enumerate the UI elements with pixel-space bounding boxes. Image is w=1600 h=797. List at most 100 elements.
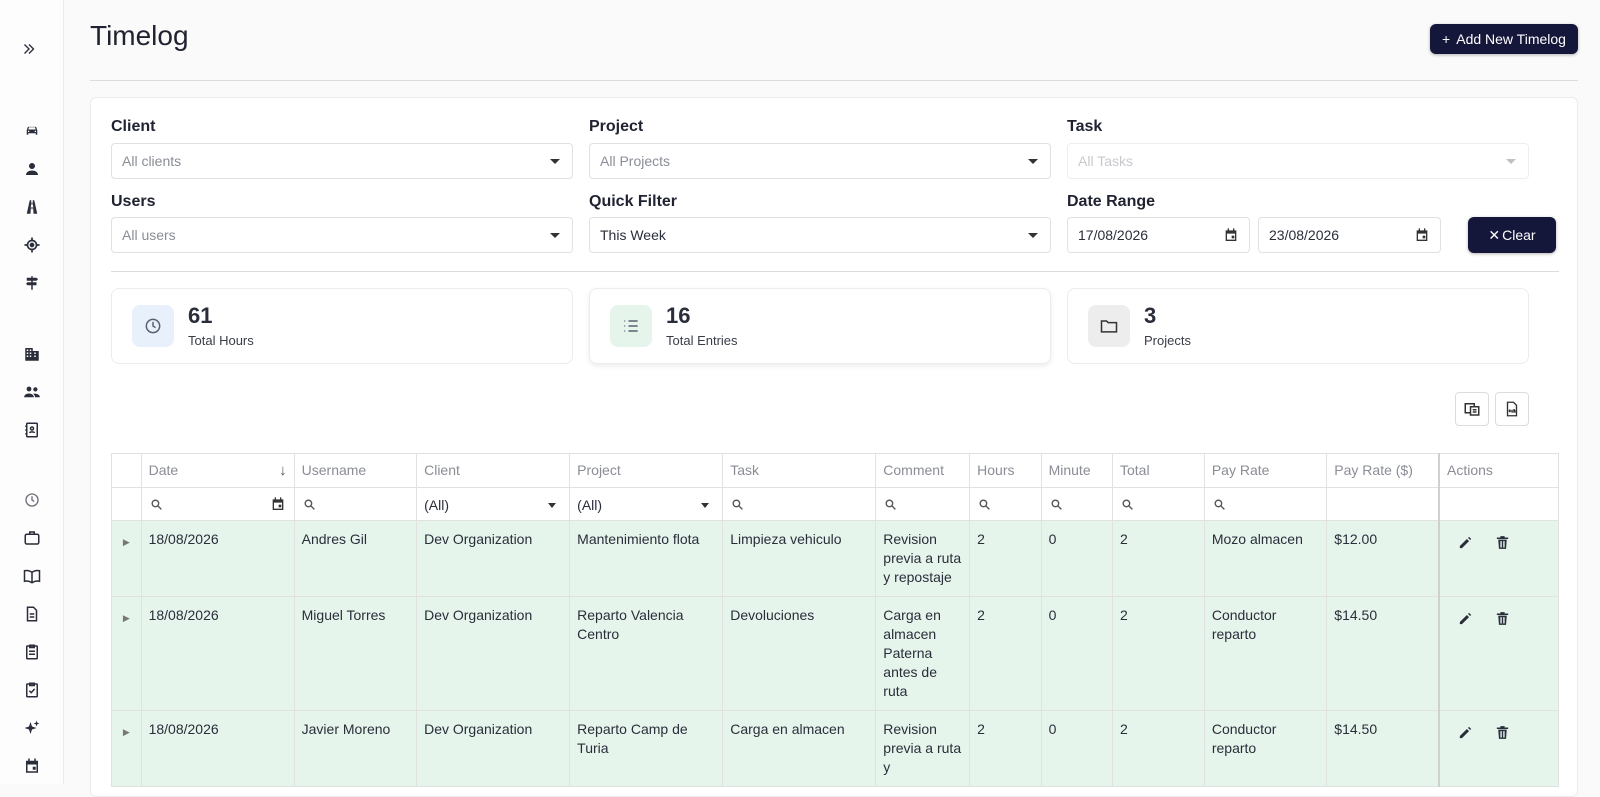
filter-client-select[interactable]: (All) (416, 487, 571, 521)
road-icon[interactable] (20, 195, 44, 219)
group-icon[interactable] (20, 380, 44, 404)
edit-icon[interactable] (1457, 610, 1474, 627)
filter-project-select[interactable]: (All) (569, 487, 724, 521)
column-chooser-button[interactable] (1455, 392, 1489, 426)
column-header-hours[interactable]: Hours (969, 453, 1042, 488)
calendar-icon[interactable] (20, 754, 44, 778)
delete-icon[interactable] (1494, 534, 1511, 551)
column-header-minute[interactable]: Minute (1040, 453, 1114, 488)
sort-descending-icon[interactable]: ↓ (279, 462, 287, 479)
column-header-pay-rate-usd[interactable]: Pay Rate ($) (1326, 453, 1440, 488)
cell-minute: 0 (1040, 710, 1114, 787)
stat-value: 61 (188, 303, 213, 328)
sparkle-icon[interactable] (20, 716, 44, 740)
filter-pay-rate[interactable] (1203, 487, 1328, 521)
cell-pay-rate-usd: $14.50 (1326, 710, 1440, 787)
sidebar (0, 0, 64, 784)
project-select[interactable]: All Projects (589, 143, 1051, 179)
client-filter-label: Client (111, 118, 156, 135)
column-header-task[interactable]: Task (722, 453, 877, 488)
clock-icon[interactable] (20, 488, 44, 512)
expand-row-icon[interactable]: ▶ (111, 596, 142, 711)
column-header-comment[interactable]: Comment (875, 453, 971, 488)
task-select[interactable]: All Tasks (1067, 143, 1529, 179)
clipboard-check-icon[interactable] (20, 678, 44, 702)
table-row[interactable]: ▶ 18/08/2026 Javier Moreno Dev Organizat… (111, 710, 1560, 787)
filter-actions (1438, 487, 1560, 521)
date-range-label: Date Range (1067, 193, 1156, 210)
stat-card-projects: 3 Projects (1067, 288, 1529, 364)
client-select-placeholder: All clients (122, 153, 182, 169)
calendar-icon[interactable] (1414, 227, 1430, 243)
add-new-timelog-button[interactable]: + Add New Timelog (1430, 24, 1578, 54)
expand-row-icon[interactable]: ▶ (111, 710, 142, 787)
users-select[interactable]: All users (111, 217, 573, 253)
clear-button[interactable]: ✕ Clear (1468, 217, 1556, 253)
delete-icon[interactable] (1494, 610, 1511, 627)
cell-hours: 2 (969, 520, 1042, 597)
column-header-date[interactable]: Date ↓ (140, 453, 295, 488)
table-header-row: Date ↓ Username Client Project Task Comme… (111, 453, 1560, 488)
cell-date: 18/08/2026 (140, 596, 295, 711)
end-date-value: 23/08/2026 (1269, 227, 1340, 243)
search-icon (885, 499, 897, 510)
chevron-down-icon (550, 159, 560, 164)
end-date-input[interactable]: 23/08/2026 (1258, 217, 1441, 253)
document-icon[interactable] (20, 602, 44, 626)
contacts-book-icon[interactable] (20, 418, 44, 442)
client-select[interactable]: All clients (111, 143, 573, 179)
cell-pay-rate: Conductor reparto (1203, 596, 1328, 711)
add-new-timelog-label: Add New Timelog (1456, 31, 1566, 47)
expand-row-icon[interactable]: ▶ (111, 520, 142, 597)
column-header-total[interactable]: Total (1112, 453, 1205, 488)
filter-username[interactable] (293, 487, 418, 521)
plus-icon: + (1442, 31, 1451, 47)
start-date-value: 17/08/2026 (1078, 227, 1149, 243)
target-icon[interactable] (20, 233, 44, 257)
quick-filter-select[interactable]: This Week (589, 217, 1051, 253)
column-header-username[interactable]: Username (293, 453, 418, 488)
column-header-project[interactable]: Project (569, 453, 724, 488)
search-icon (304, 499, 315, 510)
column-header-client[interactable]: Client (416, 453, 571, 488)
stat-card-total-hours: 61 Total Hours (111, 288, 573, 364)
column-header-pay-rate[interactable]: Pay Rate (1203, 453, 1328, 488)
cell-username: Andres Gil (293, 520, 418, 597)
cell-project: Reparto Camp de Turia (569, 710, 724, 787)
briefcase-icon[interactable] (20, 526, 44, 550)
table-row[interactable]: ▶ 18/08/2026 Andres Gil Dev Organization… (111, 520, 1560, 597)
start-date-input[interactable]: 17/08/2026 (1067, 217, 1250, 253)
clipboard-icon[interactable] (20, 640, 44, 664)
filter-date[interactable] (140, 487, 295, 521)
calendar-icon[interactable] (1223, 227, 1239, 243)
calendar-icon[interactable] (270, 496, 286, 512)
project-select-placeholder: All Projects (600, 153, 671, 169)
export-xlsx-button[interactable] (1495, 392, 1529, 426)
table-row[interactable]: ▶ 18/08/2026 Miguel Torres Dev Organizat… (111, 596, 1560, 711)
filter-total[interactable] (1112, 487, 1205, 521)
folder-icon (1088, 305, 1130, 347)
search-icon (1051, 499, 1062, 510)
delete-icon[interactable] (1494, 724, 1511, 741)
double-chevron-right-icon[interactable] (17, 37, 41, 61)
filter-task[interactable] (722, 487, 877, 521)
car-icon[interactable] (20, 119, 44, 143)
open-book-icon[interactable] (20, 564, 44, 588)
building-icon[interactable] (20, 342, 44, 366)
cell-date: 18/08/2026 (140, 520, 295, 597)
filter-cell-empty (111, 487, 142, 521)
filter-comment[interactable] (875, 487, 971, 521)
edit-icon[interactable] (1457, 724, 1474, 741)
cell-client: Dev Organization (416, 596, 571, 711)
cell-pay-rate-usd: $12.00 (1326, 520, 1440, 597)
edit-icon[interactable] (1457, 534, 1474, 551)
signpost-icon[interactable] (20, 271, 44, 295)
filter-hours[interactable] (969, 487, 1042, 521)
person-icon[interactable] (20, 157, 44, 181)
filter-minute[interactable] (1040, 487, 1114, 521)
list-icon (610, 305, 652, 347)
xlsx-file-icon (1506, 401, 1518, 417)
search-icon (979, 499, 991, 510)
column-chooser-icon (1464, 403, 1480, 416)
cell-project: Mantenimiento flota (569, 520, 724, 597)
